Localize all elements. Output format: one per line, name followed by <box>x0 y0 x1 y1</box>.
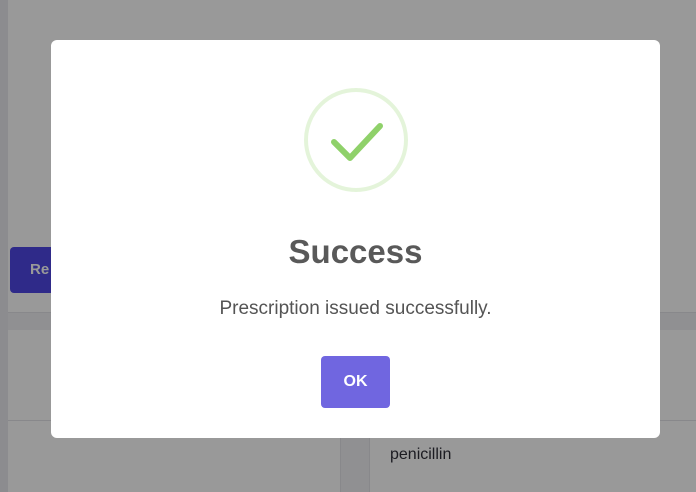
success-checkmark-icon <box>304 88 408 192</box>
ok-button[interactable]: OK <box>321 356 390 408</box>
dialog-title: Success <box>288 233 423 270</box>
dialog-message: Prescription issued successfully. <box>219 298 492 319</box>
success-dialog: Success Prescription issued successfully… <box>51 40 660 438</box>
